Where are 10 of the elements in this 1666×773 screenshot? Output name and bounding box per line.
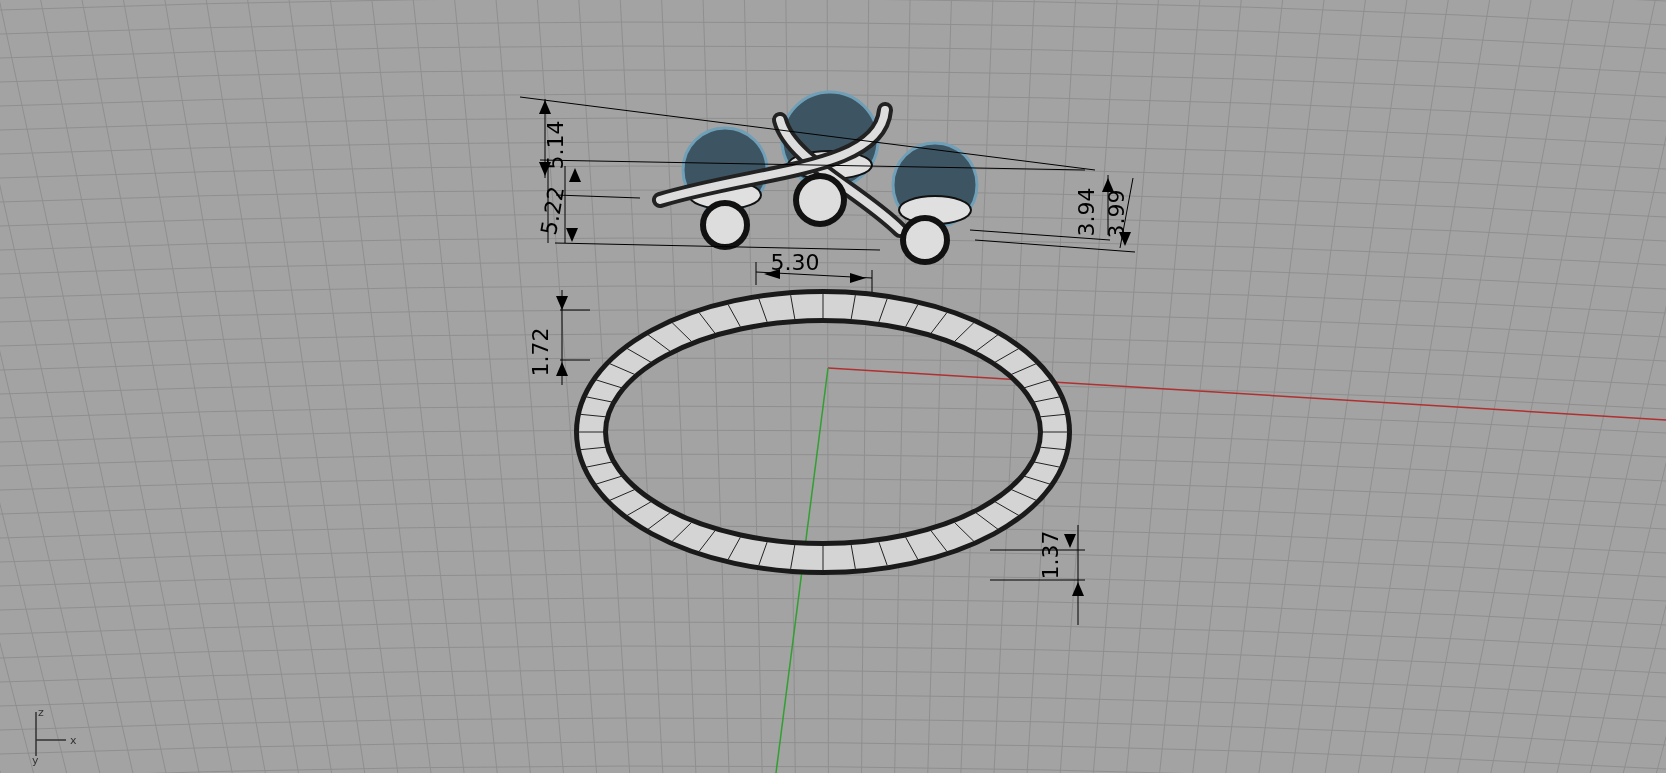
dimension-label: 5.22 <box>536 184 570 237</box>
dimension-label: 3.99 <box>1104 189 1129 239</box>
axis-widget-icon <box>35 711 67 757</box>
axis-label: x <box>70 734 77 747</box>
axis-label: z <box>38 706 44 719</box>
axis-label: y <box>32 754 39 767</box>
dimension-label: 5.30 <box>770 250 820 275</box>
dimension-label: 3.94 <box>1074 187 1099 237</box>
dimension-label: 1.72 <box>528 327 553 377</box>
dimension-label: 1.37 <box>1038 530 1063 580</box>
